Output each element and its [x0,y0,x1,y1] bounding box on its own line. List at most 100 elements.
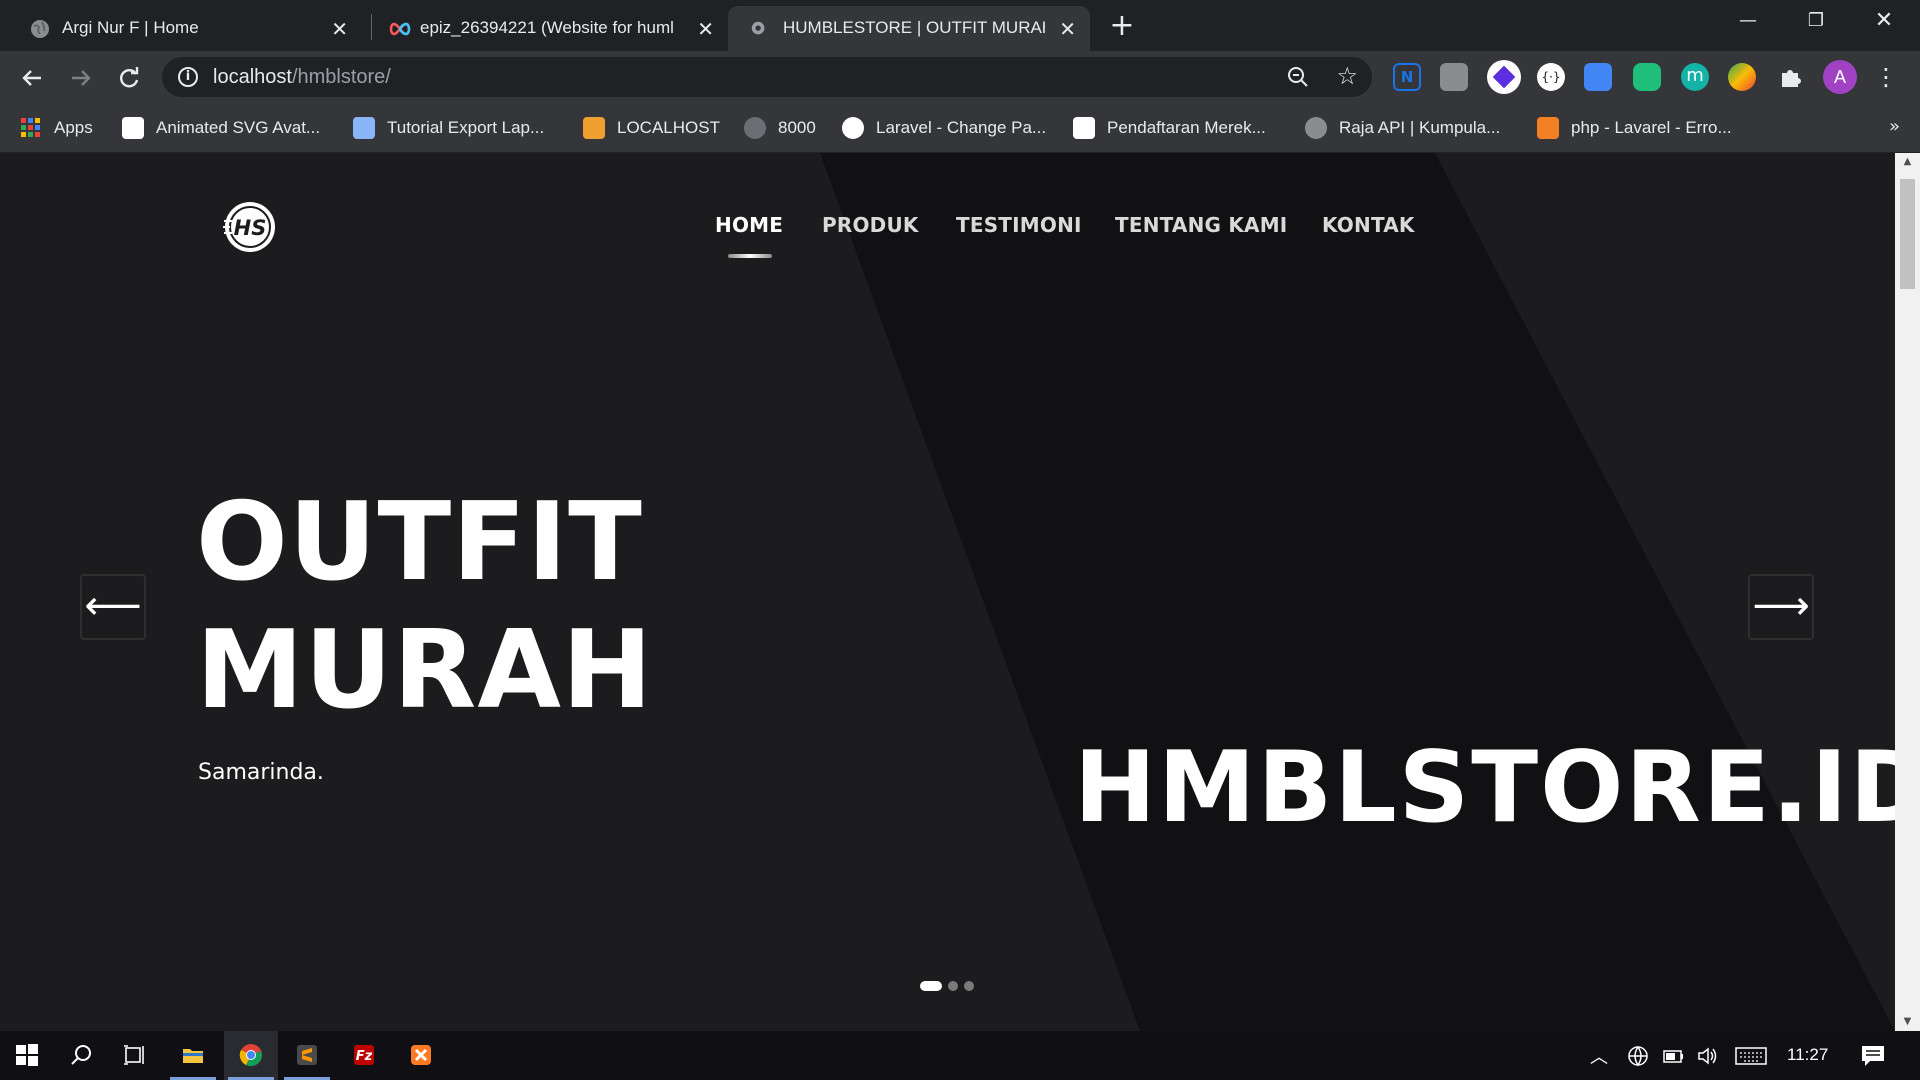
bookmark-php-lavarel[interactable]: php - Lavarel - Erro... [1537,115,1732,141]
zoom-icon[interactable] [1286,65,1310,89]
search-button[interactable] [54,1031,108,1080]
network-globe-icon[interactable] [1627,1045,1649,1067]
tab-title: Argi Nur F | Home [62,18,199,37]
bookmark-animated-svg[interactable]: Animated SVG Avat... [122,115,320,141]
arrow-left-icon: ⟵ [84,583,142,629]
address-bar[interactable]: i localhost/hmblstore/ ☆ [162,57,1372,97]
hs-icon [842,117,864,139]
close-tab-icon[interactable]: ✕ [1059,17,1076,42]
extension-translate-icon[interactable] [1584,63,1612,91]
start-button[interactable] [0,1031,54,1080]
codepen-icon [122,117,144,139]
carousel-prev-button[interactable]: ⟵ [80,574,146,640]
taskbar-sublime[interactable] [280,1031,334,1080]
url-text[interactable]: localhost/hmblstore/ [213,66,391,89]
bookmark-label: Apps [54,118,93,137]
sublime-text-icon [297,1045,317,1065]
new-tab-button[interactable]: + [1108,8,1136,43]
bookmark-tutorial-export[interactable]: Tutorial Export Lap... [353,115,544,141]
search-icon [71,1045,91,1065]
brand-wordmark: HMBLSTORE.ID [1074,731,1895,845]
carousel-dot-2[interactable] [948,981,958,991]
nav-testimoni[interactable]: TESTIMONI [956,213,1082,237]
site-logo[interactable]: HS [222,199,278,255]
bookmark-localhost[interactable]: LOCALHOST [583,115,720,141]
bookmark-raja-api[interactable]: Raja API | Kumpula... [1305,115,1500,141]
hero-title: OUTFIT MURAH [196,479,653,735]
bookmark-laravel-change[interactable]: Laravel - Change Pa... [842,115,1046,141]
extension-n-icon[interactable]: N [1393,63,1421,91]
extension-m-icon[interactable]: m [1681,63,1709,91]
forward-button[interactable] [66,63,96,93]
battery-icon[interactable] [1661,1046,1685,1066]
nav-home[interactable]: HOME [715,213,783,237]
bookmark-apps[interactable]: Apps [20,115,93,141]
tab-epiz[interactable]: epiz_26394221 (Website for huml ✕ [358,6,728,51]
globe-icon [1305,117,1327,139]
minimize-button[interactable]: — [1718,0,1778,42]
bookmark-label: 8000 [778,118,816,137]
restore-button[interactable]: ❐ [1786,0,1846,42]
tray-chevron-up-icon[interactable]: ︿ [1590,1043,1608,1069]
stackoverflow-icon [1537,117,1559,139]
extension-json-icon[interactable]: {·} [1537,63,1565,91]
bookmarks-bar: Apps Animated SVG Avat... Tutorial Expor… [0,104,1920,153]
carousel-dot-1[interactable] [920,981,942,991]
close-tab-icon[interactable]: ✕ [697,17,714,42]
close-tab-icon[interactable]: ✕ [331,17,348,42]
nav-tentang-kami[interactable]: TENTANG KAMI [1115,213,1287,237]
bookmark-label: php - Lavarel - Erro... [1571,118,1732,137]
bookmark-star-icon[interactable]: ☆ [1336,62,1358,90]
volume-icon[interactable] [1697,1046,1719,1066]
laravel-icon [744,117,766,139]
scroll-up-arrow-icon[interactable]: ▲ [1895,153,1920,171]
bookmark-label: Animated SVG Avat... [156,118,321,137]
tab-title: HUMBLESTORE | OUTFIT MURAH [783,18,1045,37]
scrollbar-thumb[interactable] [1900,179,1915,289]
browser-menu-icon[interactable]: ⋮ [1872,63,1900,91]
scroll-down-arrow-icon[interactable]: ▼ [1895,1013,1920,1031]
extension-diamond-icon[interactable] [1487,60,1521,94]
bookmark-label: Raja API | Kumpula... [1339,118,1501,137]
extension-chat-icon[interactable] [1440,63,1468,91]
extensions-puzzle-icon[interactable] [1776,63,1804,91]
carousel-dot-3[interactable] [964,981,974,991]
profile-avatar[interactable]: A [1823,60,1857,94]
browser-tab-strip: Argi Nur F | Home ✕ epiz_26394221 (Websi… [0,0,1920,51]
bookmark-pendaftaran[interactable]: Pendaftaran Merek... [1073,115,1266,141]
reload-button[interactable] [114,63,144,93]
close-window-button[interactable]: ✕ [1854,0,1914,42]
task-view-icon [124,1045,144,1065]
tab-humblestore[interactable]: HUMBLESTORE | OUTFIT MURAH ✕ [728,6,1090,51]
nav-kontak[interactable]: KONTAK [1322,213,1415,237]
extension-green-icon[interactable] [1633,63,1661,91]
filezilla-icon: Fz [354,1045,374,1065]
taskbar-file-explorer[interactable] [166,1031,220,1080]
emblem-icon [1073,117,1095,139]
site-icon [751,21,765,35]
hero-title-line2: MURAH [196,608,654,733]
tab-argi-home[interactable]: Argi Nur F | Home ✕ [0,6,362,51]
page-scrollbar[interactable]: ▲ ▼ [1895,153,1920,1031]
bookmark-icon [353,117,375,139]
infinityfree-icon [389,22,411,36]
taskbar-chrome[interactable] [224,1031,278,1080]
nav-produk[interactable]: PRODUK [822,213,919,237]
taskbar-clock[interactable]: 11:27 [1787,1045,1828,1065]
back-button[interactable] [17,63,47,93]
bookmark-8000[interactable]: 8000 [744,115,816,141]
reload-icon [120,67,139,88]
carousel-next-button[interactable]: ⟶ [1748,574,1814,640]
windows-taskbar: Fz ︿ 11:27 [0,1031,1920,1080]
svg-text:HS: HS [234,216,267,240]
task-view-button[interactable] [108,1031,162,1080]
taskbar-xampp[interactable] [394,1031,448,1080]
more-bookmarks-chevron-icon[interactable]: » [1889,116,1900,137]
back-arrow-icon [22,70,41,86]
globe-icon [31,20,49,38]
taskbar-filezilla[interactable]: Fz [337,1031,391,1080]
keyboard-icon[interactable] [1735,1047,1767,1065]
action-center-icon[interactable] [1860,1044,1886,1068]
extension-color-icon[interactable] [1728,63,1756,91]
site-info-icon[interactable]: i [178,67,198,87]
